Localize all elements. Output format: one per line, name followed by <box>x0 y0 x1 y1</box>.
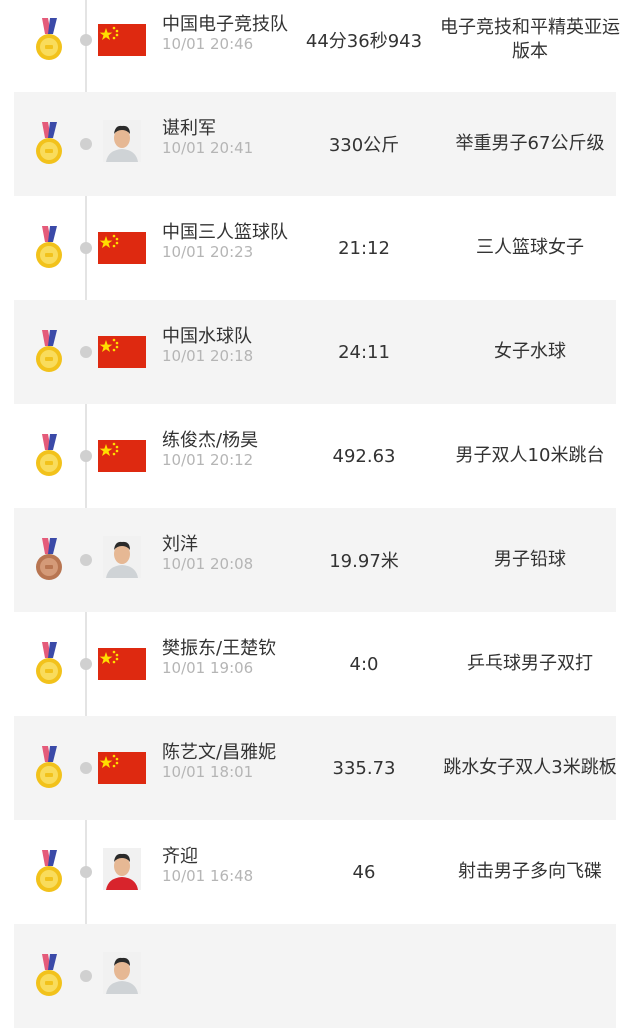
medal-row[interactable]: 刘洋 10/01 20:08 19.97米 男子铅球 <box>14 508 616 612</box>
athlete-name: 谌利军 <box>162 118 216 139</box>
athlete-avatar <box>98 848 146 890</box>
athlete-name: 中国电子竞技队 <box>162 14 288 35</box>
gold-medal-icon <box>34 18 64 62</box>
athlete-name: 练俊杰/杨昊 <box>162 430 259 451</box>
event-name <box>438 924 622 1028</box>
timeline-dot <box>80 450 92 462</box>
result-value: 330公斤 <box>328 135 400 156</box>
event-name: 男子铅球 <box>494 549 566 570</box>
medal-row[interactable]: 齐迎 10/01 16:48 46 射击男子多向飞碟 <box>14 820 616 924</box>
medal-list: 中国电子竞技队 10/01 20:46 44分36秒943 电子竞技和平精英亚运版本谌… <box>0 0 640 1028</box>
medal-row[interactable]: 谌利军 10/01 20:41 330公斤 举重男子67公斤级 <box>14 92 616 196</box>
athlete-name: 刘洋 <box>162 534 198 555</box>
athlete-avatar <box>98 120 146 162</box>
medal-row[interactable]: 中国水球队 10/01 20:18 24:11 女子水球 <box>14 300 616 404</box>
result-value: 21:12 <box>338 237 390 259</box>
gold-medal-icon <box>34 642 64 686</box>
timeline-dot <box>80 970 92 982</box>
china-flag-icon <box>98 334 146 370</box>
athlete-name: 樊振东/王楚钦 <box>162 638 277 659</box>
timeline-dot <box>80 138 92 150</box>
result-value: 492.63 <box>332 445 396 467</box>
timeline-dot <box>80 34 92 46</box>
china-flag-icon <box>98 230 146 266</box>
medal-row[interactable]: 中国三人篮球队 10/01 20:23 21:12 三人篮球女子 <box>14 196 616 300</box>
timeline-dot <box>80 762 92 774</box>
medal-time: 10/01 16:48 <box>162 867 254 885</box>
event-name: 女子水球 <box>494 341 566 362</box>
medal-time: 10/01 20:23 <box>162 243 254 261</box>
result-value: 335.73 <box>332 757 396 779</box>
event-name: 跳水女子双人3米跳板 <box>443 757 617 778</box>
timeline-dot <box>80 554 92 566</box>
gold-medal-icon <box>34 746 64 790</box>
result-value <box>300 924 428 1028</box>
gold-medal-icon <box>34 954 64 998</box>
result-value: 46 <box>352 861 376 883</box>
medal-row[interactable]: 陈艺文/昌雅妮 10/01 18:01 335.73 跳水女子双人3米跳板 <box>14 716 617 820</box>
gold-medal-icon <box>34 226 64 270</box>
athlete-name: 中国水球队 <box>162 326 252 347</box>
athlete-avatar <box>98 536 146 578</box>
medal-row[interactable]: 樊振东/王楚钦 10/01 19:06 4:0 乒乓球男子双打 <box>14 612 616 716</box>
event-name: 男子双人10米跳台 <box>455 445 605 466</box>
gold-medal-icon <box>34 122 64 166</box>
medal-row[interactable]: 练俊杰/杨昊 10/01 20:12 492.63 男子双人10米跳台 <box>14 404 616 508</box>
gold-medal-icon <box>34 850 64 894</box>
event-name: 举重男子67公斤级 <box>455 133 605 154</box>
timeline-dot <box>80 346 92 358</box>
event-name: 电子竞技和平精英亚运版本 <box>440 17 620 62</box>
result-value: 19.97米 <box>329 551 399 572</box>
medal-row[interactable]: 中国电子竞技队 10/01 20:46 44分36秒943 电子竞技和平精英亚运版本 <box>14 0 620 92</box>
medal-time: 10/01 20:12 <box>162 451 254 469</box>
china-flag-icon <box>98 750 146 786</box>
gold-medal-icon <box>34 434 64 478</box>
china-flag-icon <box>98 22 146 58</box>
gold-medal-icon <box>34 330 64 374</box>
medal-time: 10/01 20:46 <box>162 35 254 53</box>
timeline-dot <box>80 242 92 254</box>
china-flag-icon <box>98 438 146 474</box>
athlete-name: 中国三人篮球队 <box>162 222 288 243</box>
event-name: 三人篮球女子 <box>476 237 584 258</box>
event-name: 射击男子多向飞碟 <box>458 861 602 882</box>
result-value: 24:11 <box>338 341 390 363</box>
athlete-name: 齐迎 <box>162 846 198 867</box>
bronze-medal-icon <box>34 538 64 582</box>
athlete-name: 陈艺文/昌雅妮 <box>162 742 277 763</box>
result-value: 44分36秒943 <box>305 31 423 52</box>
timeline-dot <box>80 658 92 670</box>
medal-time: 10/01 18:01 <box>162 763 254 781</box>
event-name: 乒乓球男子双打 <box>467 653 593 674</box>
result-value: 4:0 <box>349 653 379 675</box>
medal-time: 10/01 20:18 <box>162 347 254 365</box>
medal-time: 10/01 20:08 <box>162 555 254 573</box>
medal-time: 10/01 19:06 <box>162 659 254 677</box>
timeline-dot <box>80 866 92 878</box>
medal-row[interactable] <box>14 924 616 1028</box>
athlete-avatar <box>98 952 146 994</box>
china-flag-icon <box>98 646 146 682</box>
medal-time: 10/01 20:41 <box>162 139 254 157</box>
